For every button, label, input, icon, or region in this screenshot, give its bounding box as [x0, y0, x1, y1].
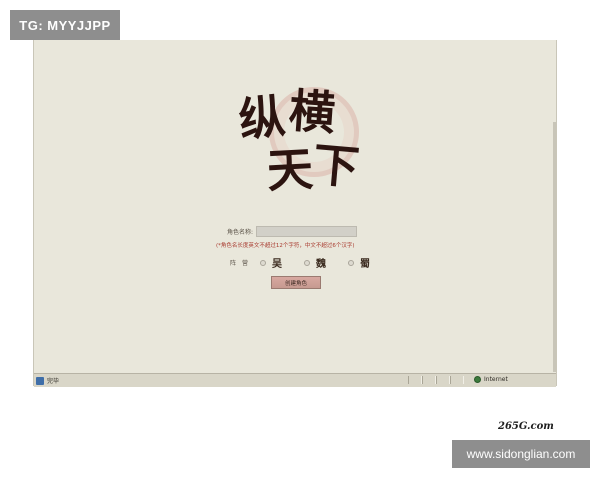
logo-glyph: 横: [287, 83, 337, 141]
site-url-watermark: www.sidonglian.com: [452, 440, 590, 468]
globe-icon: [474, 376, 481, 383]
logo-glyph: 天: [265, 141, 315, 199]
camp-label: 阵 营: [230, 260, 249, 267]
camp-row: 阵 营 吴 魏 蜀: [230, 255, 392, 270]
name-label: 角色名称:: [227, 229, 254, 236]
status-segment: [450, 376, 464, 384]
security-zone: Internet: [474, 376, 508, 383]
game-logo: 纵 横 天 下: [229, 83, 362, 205]
browser-window: 纵 横 天 下 角色名称: (*角色名长度英文不超过12个字符，中文不超过6个汉…: [33, 40, 557, 387]
status-segment: [408, 376, 422, 384]
character-name-input[interactable]: [256, 226, 358, 237]
page-icon: [36, 376, 44, 385]
zone-text: Internet: [484, 376, 508, 383]
logo-glyph: 下: [310, 137, 362, 195]
status-segment: [422, 376, 436, 384]
page-edge-bar: [553, 122, 556, 372]
status-segment: [436, 376, 450, 384]
logo-glyph: 纵: [236, 88, 288, 148]
site-logo-watermark: 265G.com: [498, 421, 554, 432]
camp-radio-shu[interactable]: [348, 259, 355, 266]
create-character-button[interactable]: 创建角色: [271, 276, 321, 289]
name-row: 角色名称:: [227, 226, 358, 237]
name-length-hint: (*角色名长度英文不超过12个字符，中文不超过6个汉字): [216, 243, 355, 249]
camp-label-shu: 蜀: [360, 259, 371, 270]
status-text: 完毕: [47, 378, 60, 385]
watermark-tag: TG: MYYJJPP: [10, 10, 120, 40]
camp-label-wu: 吴: [272, 259, 283, 270]
camp-label-wei: 魏: [316, 259, 327, 270]
page-content: 纵 横 天 下 角色名称: (*角色名长度英文不超过12个字符，中文不超过6个汉…: [34, 40, 556, 373]
camp-radio-wu[interactable]: [260, 259, 267, 266]
camp-radio-wei[interactable]: [304, 259, 311, 266]
status-bar: 完毕 Internet: [34, 373, 556, 387]
hint-row: (*角色名长度英文不超过12个字符，中文不超过6个汉字): [216, 241, 355, 249]
